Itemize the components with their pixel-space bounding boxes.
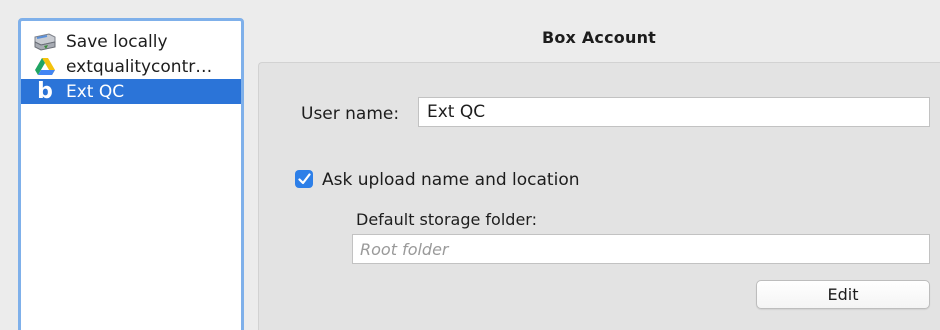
sidebar-item-box-account[interactable]: b Ext QC [21,79,241,104]
username-label: User name: [301,104,400,124]
edit-button[interactable]: Edit [756,280,930,309]
sidebar-item-google-drive[interactable]: extqualitycontr… [21,54,241,79]
panel-title: Box Account [541,28,657,47]
sidebar-item-label: Save locally [66,31,168,52]
checkmark-icon [297,173,311,185]
ask-upload-checkbox[interactable] [295,170,313,188]
drive-save-icon [34,32,56,52]
preferences-window: Save locally extqualitycontr… b Ext QC B… [0,0,940,330]
ask-upload-label[interactable]: Ask upload name and location [322,170,580,190]
account-list[interactable]: Save locally extqualitycontr… b Ext QC [18,18,244,330]
default-folder-field[interactable] [352,234,930,264]
default-folder-label: Default storage folder: [356,210,537,229]
sidebar-item-label: extqualitycontr… [66,56,213,77]
google-drive-icon [34,57,56,77]
sidebar-item-save-locally[interactable]: Save locally [21,29,241,54]
box-logo-icon: b [37,78,53,104]
sidebar-item-label: Ext QC [66,81,125,102]
username-field[interactable] [418,97,930,127]
